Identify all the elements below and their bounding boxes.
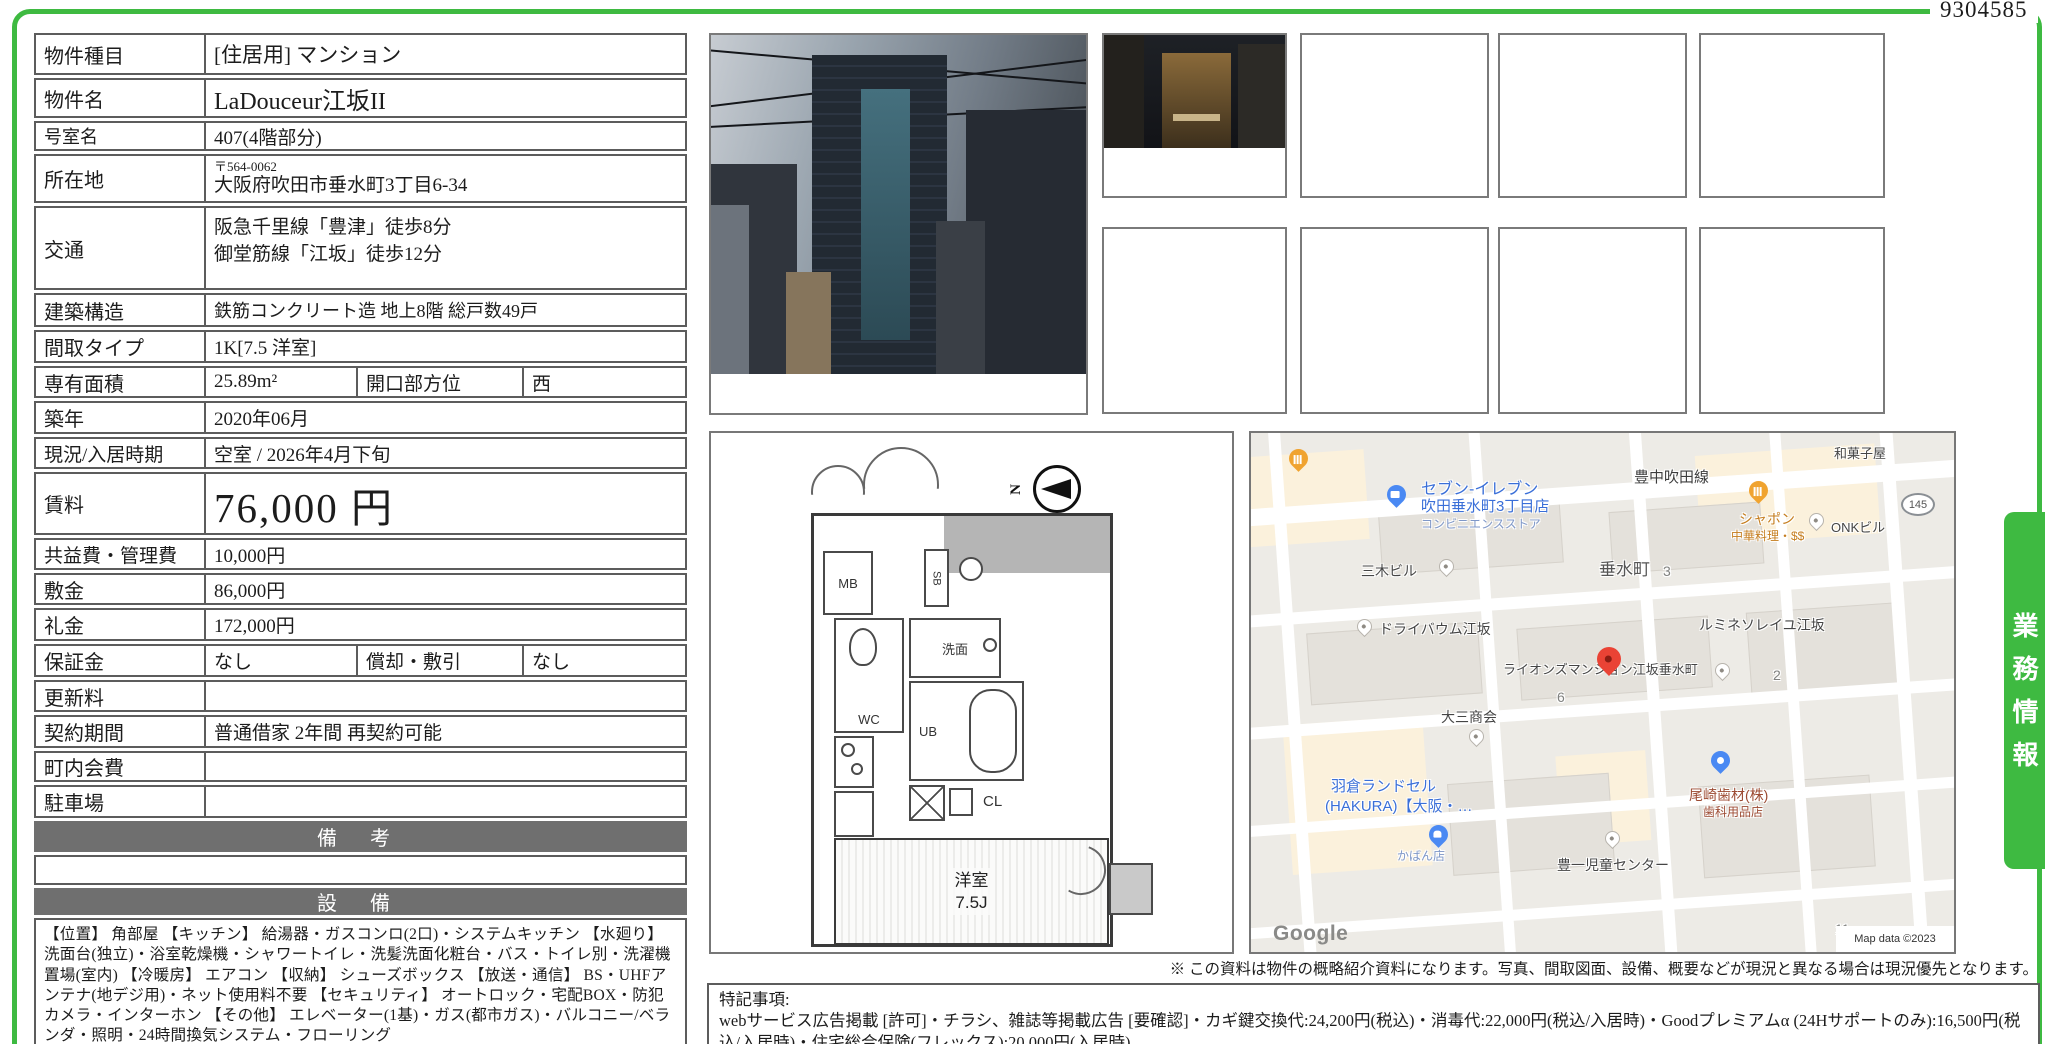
document-number: 9304585 bbox=[1930, 0, 2038, 23]
map-label-wagashiya: 和菓子屋 bbox=[1834, 443, 1886, 462]
table-row: 駐車場 bbox=[34, 785, 687, 818]
floorplan: N MB SB 洗面 WC UB CL 洋室7.5J bbox=[709, 431, 1234, 954]
rent-amount: 76,000 円 bbox=[204, 474, 685, 533]
equipment-header: 設 備 bbox=[34, 888, 687, 915]
special-notes-title: 特記事項: bbox=[719, 989, 2028, 1010]
north-indicator: N bbox=[1008, 484, 1025, 495]
fixture-circle bbox=[959, 557, 983, 581]
meter-box: MB bbox=[823, 551, 873, 615]
location-map[interactable]: 和菓子屋 豊中吹田線 セブン-イレブン 吹田垂水町3丁目店 コンビニエンスストア… bbox=[1249, 431, 1956, 954]
map-attribution: Map data ©2023 bbox=[1836, 926, 1954, 952]
closet-xbox bbox=[909, 785, 945, 821]
shoe-box: SB bbox=[924, 549, 949, 607]
map-label-block2: 2 bbox=[1773, 667, 1781, 683]
photo-placeholder bbox=[1498, 33, 1687, 198]
table-row: 保証金 なし 償却・敷引 なし bbox=[34, 644, 687, 677]
map-label-block3: 3 bbox=[1663, 563, 1671, 579]
table-row: 共益費・管理費10,000円 bbox=[34, 538, 687, 570]
map-label-daisan: 大三商会 bbox=[1441, 707, 1497, 727]
table-row: 交通 阪急千里線「豊津」徒歩8分御堂筋線「江坂」徒歩12分 bbox=[34, 206, 687, 290]
table-row: 専有面積 25.89m² 開口部方位 西 bbox=[34, 366, 687, 398]
map-label-kaban: かばん店 bbox=[1397, 847, 1445, 864]
map-label-seven2: 吹田垂水町3丁目店 bbox=[1421, 495, 1549, 516]
map-label-hakura2: (HAKURA)【大阪・… bbox=[1325, 795, 1473, 816]
toilet-bowl bbox=[849, 628, 877, 666]
bathtub bbox=[969, 689, 1017, 773]
table-row: 物件名LaDouceur江坂II bbox=[34, 78, 687, 118]
table-row: 物件種目[住居用] マンション bbox=[34, 33, 687, 75]
map-roads bbox=[1249, 431, 1956, 954]
photo-thumb-entrance bbox=[1102, 33, 1287, 198]
business-info-label: 業務情報 bbox=[2006, 598, 2043, 784]
map-label-seven3: コンビニエンスストア bbox=[1421, 515, 1541, 532]
photo-placeholder bbox=[1300, 227, 1489, 414]
photo-placeholder bbox=[1102, 227, 1287, 414]
balcony-unit bbox=[1109, 863, 1153, 915]
door-arc bbox=[811, 465, 865, 519]
table-row: 町内会費 bbox=[34, 751, 687, 782]
closet-label: CL bbox=[983, 793, 1002, 810]
map-label-ozaki: 尾崎歯材(株) bbox=[1689, 785, 1768, 805]
map-label-block6: 6 bbox=[1557, 689, 1565, 705]
table-row: 更新料 bbox=[34, 680, 687, 712]
route-badge: 145 bbox=[1901, 493, 1935, 516]
special-notes-body: webサービス広告掲載 [許可]・チラシ、雑誌等掲載広告 [要確認]・カギ鍵交換… bbox=[719, 1010, 2028, 1044]
main-photo bbox=[709, 33, 1088, 415]
equipment-text: 【位置】 角部屋 【キッチン】 給湯器・ガスコンロ(2口)・システムキッチン 【… bbox=[34, 918, 687, 1044]
postal-code: 〒564-0062 bbox=[214, 160, 677, 174]
closet-box bbox=[949, 788, 973, 816]
address: 大阪府吹田市垂水町3丁目6-34 bbox=[214, 175, 677, 197]
table-row: 所在地 〒564-0062大阪府吹田市垂水町3丁目6-34 bbox=[34, 154, 687, 203]
transit-line-2: 御堂筋線「江坂」徒歩12分 bbox=[214, 239, 677, 266]
entrance-photo-art bbox=[1104, 35, 1285, 148]
map-label-miki: 三木ビル bbox=[1361, 561, 1417, 581]
special-notes-box: 特記事項: webサービス広告掲載 [許可]・チラシ、雑誌等掲載広告 [要確認]… bbox=[707, 983, 2040, 1044]
table-row: 契約期間普通借家 2年間 再契約可能 bbox=[34, 715, 687, 748]
table-row: 間取タイプ1K[7.5 洋室] bbox=[34, 330, 687, 363]
table-row: 礼金172,000円 bbox=[34, 608, 687, 641]
map-label-chapon: シャポン bbox=[1739, 509, 1795, 529]
google-logo: Google bbox=[1273, 922, 1348, 946]
map-label-chapon-cat: 中華料理・$$ bbox=[1731, 527, 1804, 544]
basin-circle bbox=[983, 638, 997, 652]
photo-placeholder bbox=[1699, 227, 1885, 414]
door-arc bbox=[863, 447, 939, 523]
business-info-tab[interactable]: 業務情報 bbox=[2004, 512, 2045, 869]
photo-placeholder bbox=[1699, 33, 1885, 198]
map-label-dry: ドライバウム江坂 bbox=[1379, 619, 1491, 639]
transit-line-1: 阪急千里線「豊津」徒歩8分 bbox=[214, 212, 677, 239]
map-label-onk: ONKビル bbox=[1831, 517, 1885, 536]
photo-placeholder bbox=[1498, 227, 1687, 414]
disclaimer-note: ※ この資料は物件の概略紹介資料になります。写真、間取図面、設備、概要などが現況… bbox=[1170, 957, 2038, 979]
kitchen-sink bbox=[834, 791, 874, 837]
property-sheet: 9304585 物件種目[住居用] マンション 物件名LaDouceur江坂II… bbox=[0, 0, 2056, 1044]
map-label-lumine: ルミネソレイユ江坂 bbox=[1699, 615, 1825, 635]
table-row-rent: 賃料76,000 円 bbox=[34, 472, 687, 535]
kitchen-stove bbox=[834, 736, 874, 788]
map-label-hakura1: 羽倉ランドセル bbox=[1331, 775, 1436, 796]
table-row: 現況/入居時期空室 / 2026年4月下旬 bbox=[34, 437, 687, 469]
table-row: 号室名407(4階部分) bbox=[34, 121, 687, 151]
main-room: 洋室7.5J bbox=[834, 838, 1109, 945]
table-row: 建築構造鉄筋コンクリート造 地上8階 総戸数49戸 bbox=[34, 293, 687, 327]
table-row: 敷金86,000円 bbox=[34, 573, 687, 605]
remarks-row bbox=[34, 855, 687, 885]
building-photo-art bbox=[711, 35, 1086, 374]
map-label-road: 豊中吹田線 bbox=[1634, 466, 1709, 487]
photo-placeholder bbox=[1300, 33, 1489, 198]
property-table: 物件種目[住居用] マンション 物件名LaDouceur江坂II 号室名407(… bbox=[34, 33, 687, 1044]
remarks-header: 備 考 bbox=[34, 821, 687, 852]
map-label-jido: 豊一児童センター bbox=[1557, 855, 1669, 875]
map-label-tarumi: 垂水町 bbox=[1599, 555, 1650, 580]
table-row: 築年2020年06月 bbox=[34, 401, 687, 434]
map-label-ozaki-cat: 歯科用品店 bbox=[1703, 803, 1763, 820]
